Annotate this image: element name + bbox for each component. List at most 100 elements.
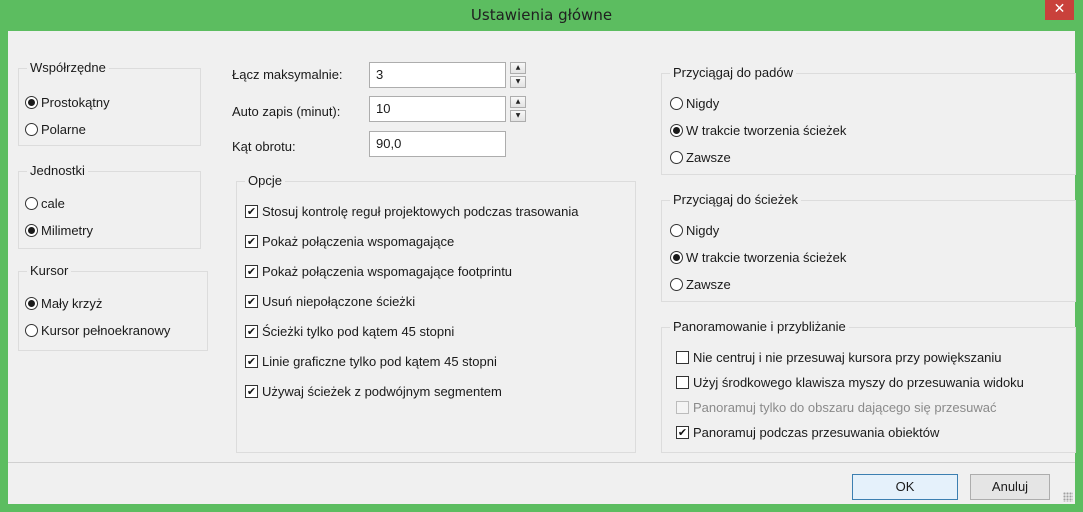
radio-label: Polarne bbox=[41, 121, 86, 137]
radio-label: cale bbox=[41, 195, 65, 211]
checkbox-label: Używaj ścieżek z podwójnym segmentem bbox=[262, 383, 502, 399]
radio-button-icon[interactable] bbox=[670, 96, 683, 110]
spin-up-icon[interactable]: ▲ bbox=[510, 62, 526, 74]
spin-down-icon[interactable]: ▼ bbox=[510, 76, 526, 88]
coordinates-group-label: Współrzędne bbox=[27, 60, 109, 76]
radio-rectangular[interactable]: Prostokątny bbox=[25, 93, 110, 111]
radio-pads-while-routing[interactable]: W trakcie tworzenia ścieżek bbox=[670, 121, 846, 139]
autosave-spinner[interactable]: ▲ ▼ bbox=[510, 96, 526, 122]
checkbox-label: Linie graficzne tylko pod kątem 45 stopn… bbox=[262, 353, 497, 369]
check-remove-unconnected[interactable]: ✔ Usuń niepołączone ścieżki bbox=[245, 292, 415, 310]
dialog-window: Ustawienia główne ✕ Współrzędne Prostoką… bbox=[0, 0, 1083, 512]
radio-button-icon[interactable] bbox=[25, 223, 38, 237]
footer-separator bbox=[8, 462, 1075, 463]
radio-button-icon[interactable] bbox=[670, 223, 683, 237]
autosave-input[interactable]: 10 bbox=[369, 96, 506, 122]
checkbox-checked-icon[interactable]: ✔ bbox=[245, 294, 258, 308]
snap-pads-group: Przyciągaj do padów Nigdy W trakcie twor… bbox=[661, 65, 1076, 175]
radio-label: Kursor pełnoekranowy bbox=[41, 322, 171, 338]
checkbox-label: Stosuj kontrolę reguł projektowych podcz… bbox=[262, 203, 579, 219]
check-middle-button-pan[interactable]: Użyj środkowego klawisza myszy do przesu… bbox=[676, 373, 1024, 391]
cursor-group: Kursor Mały krzyż Kursor pełnoekranowy bbox=[18, 263, 208, 351]
pan-zoom-group-label: Panoramowanie i przybliżanie bbox=[670, 319, 849, 335]
cancel-button[interactable]: Anuluj bbox=[970, 474, 1050, 500]
radio-fullscreen-cursor[interactable]: Kursor pełnoekranowy bbox=[25, 321, 170, 339]
pan-zoom-group: Panoramowanie i przybliżanie Nie centruj… bbox=[661, 319, 1076, 453]
ok-button[interactable]: OK bbox=[852, 474, 958, 500]
checkbox-checked-icon[interactable]: ✔ bbox=[245, 354, 258, 368]
radio-pads-never[interactable]: Nigdy bbox=[670, 94, 719, 112]
checkbox-label: Pokaż połączenia wspomagające bbox=[262, 233, 455, 249]
radio-button-icon[interactable] bbox=[25, 296, 38, 310]
checkbox-unchecked-icon[interactable] bbox=[676, 375, 689, 389]
radio-button-icon[interactable] bbox=[25, 122, 38, 136]
window-title: Ustawienia główne bbox=[470, 6, 613, 24]
check-tracks-45[interactable]: ✔ Ścieżki tylko pod kątem 45 stopni bbox=[245, 322, 454, 340]
check-show-ratsnest[interactable]: ✔ Pokaż połączenia wspomagające bbox=[245, 232, 454, 250]
title-bar[interactable]: Ustawienia główne ✕ bbox=[0, 0, 1083, 31]
checkbox-checked-icon[interactable]: ✔ bbox=[676, 425, 689, 439]
radio-button-icon[interactable] bbox=[25, 323, 38, 337]
autosave-label: Auto zapis (minut): bbox=[232, 104, 341, 119]
radio-button-icon[interactable] bbox=[25, 95, 38, 109]
checkbox-label: Ścieżki tylko pod kątem 45 stopni bbox=[262, 323, 455, 339]
check-double-segment[interactable]: ✔ Używaj ścieżek z podwójnym segmentem bbox=[245, 382, 502, 400]
check-show-footprint-ratsnest[interactable]: ✔ Pokaż połączenia wspomagające footprint… bbox=[245, 262, 512, 280]
coordinates-group: Współrzędne Prostokątny Polarne bbox=[18, 60, 201, 146]
checkbox-checked-icon[interactable]: ✔ bbox=[245, 264, 258, 278]
checkbox-label: Nie centruj i nie przesuwaj kursora przy… bbox=[693, 349, 1002, 365]
checkbox-label: Panoramuj tylko do obszaru dającego się … bbox=[693, 399, 997, 415]
checkbox-label: Panoramuj podczas przesuwania obiektów bbox=[693, 424, 940, 440]
radio-tracks-never[interactable]: Nigdy bbox=[670, 221, 719, 239]
radio-button-icon[interactable] bbox=[25, 196, 38, 210]
options-group-label: Opcje bbox=[245, 173, 285, 189]
radio-tracks-while-routing[interactable]: W trakcie tworzenia ścieżek bbox=[670, 248, 846, 266]
radio-label: Nigdy bbox=[686, 95, 720, 111]
radio-label: W trakcie tworzenia ścieżek bbox=[686, 249, 847, 265]
radio-label: Zawsze bbox=[686, 276, 731, 292]
units-group: Jednostki cale Milimetry bbox=[18, 163, 201, 249]
checkbox-disabled-icon bbox=[676, 400, 689, 414]
radio-tracks-always[interactable]: Zawsze bbox=[670, 275, 731, 293]
radio-label: Prostokątny bbox=[41, 94, 110, 110]
checkbox-checked-icon[interactable]: ✔ bbox=[245, 204, 258, 218]
dialog-body: Współrzędne Prostokątny Polarne Jednostk… bbox=[8, 31, 1076, 504]
radio-button-icon[interactable] bbox=[670, 250, 683, 264]
radio-polar[interactable]: Polarne bbox=[25, 120, 86, 138]
check-pan-while-moving[interactable]: ✔ Panoramuj podczas przesuwania obiektów bbox=[676, 423, 939, 441]
radio-small-cross[interactable]: Mały krzyż bbox=[25, 294, 102, 312]
resize-grip-icon[interactable] bbox=[1063, 492, 1073, 502]
radio-button-icon[interactable] bbox=[670, 277, 683, 291]
radio-label: Mały krzyż bbox=[41, 295, 103, 311]
checkbox-checked-icon[interactable]: ✔ bbox=[245, 324, 258, 338]
max-links-spinner[interactable]: ▲ ▼ bbox=[510, 62, 526, 88]
checkbox-checked-icon[interactable]: ✔ bbox=[245, 234, 258, 248]
options-group: Opcje ✔ Stosuj kontrolę reguł projektowyc… bbox=[236, 173, 636, 453]
checkbox-checked-icon[interactable]: ✔ bbox=[245, 384, 258, 398]
checkbox-unchecked-icon[interactable] bbox=[676, 350, 689, 364]
checkbox-label: Użyj środkowego klawisza myszy do przesu… bbox=[693, 374, 1024, 390]
check-drc[interactable]: ✔ Stosuj kontrolę reguł projektowych podc… bbox=[245, 202, 579, 220]
radio-label: Milimetry bbox=[41, 222, 93, 238]
checkbox-label: Usuń niepołączone ścieżki bbox=[262, 293, 416, 309]
spin-down-icon[interactable]: ▼ bbox=[510, 110, 526, 122]
radio-button-icon[interactable] bbox=[670, 123, 683, 137]
spin-up-icon[interactable]: ▲ bbox=[510, 96, 526, 108]
snap-tracks-group: Przyciągaj do ścieżek Nigdy W trakcie tw… bbox=[661, 192, 1076, 302]
rotation-label: Kąt obrotu: bbox=[232, 139, 296, 154]
cursor-group-label: Kursor bbox=[27, 263, 72, 279]
check-limit-pan-area: Panoramuj tylko do obszaru dającego się … bbox=[676, 398, 997, 416]
check-graphics-45[interactable]: ✔ Linie graficzne tylko pod kątem 45 stop… bbox=[245, 352, 497, 370]
check-no-center-zoom[interactable]: Nie centruj i nie przesuwaj kursora przy… bbox=[676, 348, 1002, 366]
rotation-input[interactable]: 90,0 bbox=[369, 131, 506, 157]
radio-millimeters[interactable]: Milimetry bbox=[25, 221, 93, 239]
max-links-input[interactable]: 3 bbox=[369, 62, 506, 88]
radio-button-icon[interactable] bbox=[670, 150, 683, 164]
radio-label: W trakcie tworzenia ścieżek bbox=[686, 122, 847, 138]
close-button[interactable]: ✕ bbox=[1045, 0, 1074, 20]
units-group-label: Jednostki bbox=[27, 163, 88, 179]
close-icon: ✕ bbox=[1053, 1, 1066, 17]
radio-pads-always[interactable]: Zawsze bbox=[670, 148, 731, 166]
radio-inches[interactable]: cale bbox=[25, 194, 65, 212]
snap-pads-group-label: Przyciągaj do padów bbox=[670, 65, 796, 81]
